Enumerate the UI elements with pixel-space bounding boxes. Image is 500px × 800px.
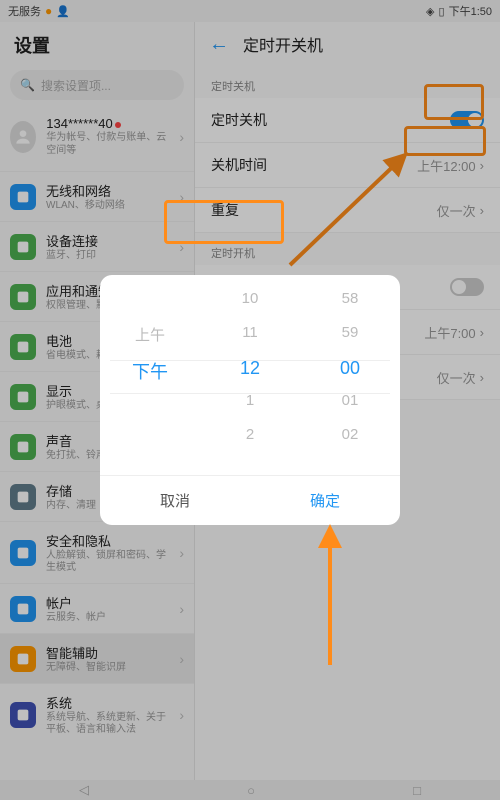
ok-button[interactable]: 确定	[250, 476, 400, 525]
minute-wheel[interactable]: 5859000102	[300, 290, 400, 475]
hour-wheel[interactable]: 10111212	[200, 290, 300, 475]
time-picker: 上午下午 10111212 5859000102 取消 确定	[100, 275, 400, 525]
ampm-wheel[interactable]: 上午下午	[100, 290, 200, 475]
modal-overlay[interactable]: 上午下午 10111212 5859000102 取消 确定	[0, 0, 500, 800]
cancel-button[interactable]: 取消	[100, 476, 250, 525]
